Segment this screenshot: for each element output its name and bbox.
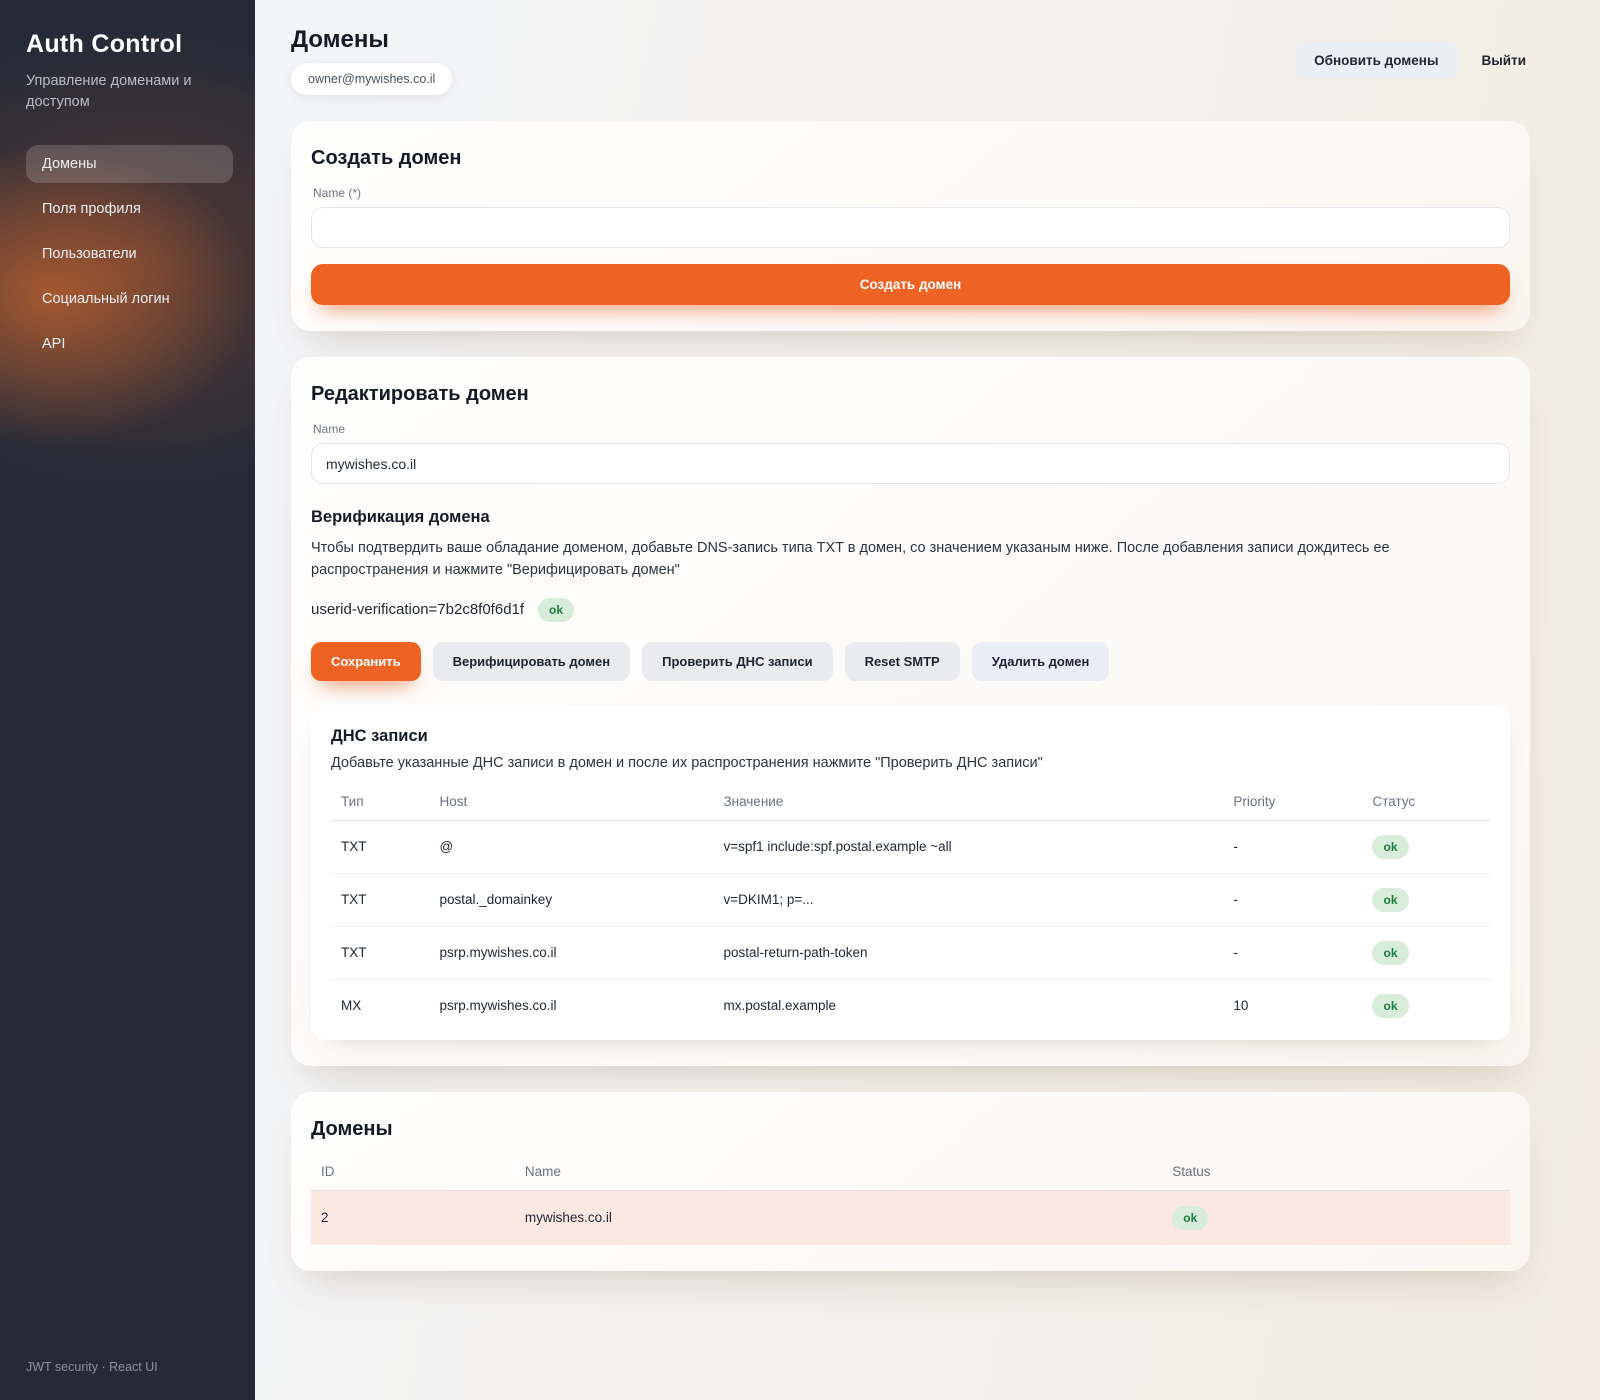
app-root: Auth Control Управление доменами и досту… <box>0 0 1600 1400</box>
status-badge: ok <box>1172 1206 1208 1230</box>
status-badge: ok <box>1372 835 1408 859</box>
domains-col-status: Status <box>1162 1153 1510 1191</box>
verification-description: Чтобы подтвердить ваше обладание доменом… <box>311 537 1501 582</box>
create-domain-button[interactable]: Создать домен <box>311 264 1510 305</box>
domains-list-title: Домены <box>311 1118 1510 1141</box>
table-row: TXT @ v=spf1 include:spf.postal.example … <box>331 820 1490 873</box>
dns-cell-type: TXT <box>331 926 430 979</box>
dns-cell-priority: - <box>1223 926 1362 979</box>
dns-table-header-row: Тип Host Значение Priority Статус <box>331 783 1490 821</box>
reset-smtp-button[interactable]: Reset SMTP <box>845 642 960 681</box>
dns-records-card: ДНС записи Добавьте указанные ДНС записи… <box>311 705 1510 1040</box>
dns-col-host: Host <box>430 783 714 821</box>
edit-domain-title: Редактировать домен <box>311 383 1510 406</box>
dns-cell-type: TXT <box>331 820 430 873</box>
dns-cell-priority: - <box>1223 873 1362 926</box>
domain-cell-id: 2 <box>311 1190 515 1245</box>
dns-cell-value: v=spf1 include:spf.postal.example ~all <box>713 820 1223 873</box>
create-name-input[interactable] <box>311 207 1510 248</box>
dns-cell-type: MX <box>331 979 430 1032</box>
dns-cell-value: v=DKIM1; p=... <box>713 873 1223 926</box>
sidebar-nav: Домены Поля профиля Пользователи Социаль… <box>26 145 233 363</box>
page-header: Домены owner@mywishes.co.il Обновить дом… <box>291 26 1530 95</box>
dns-cell-priority: - <box>1223 820 1362 873</box>
domain-row-selected[interactable]: 2 mywishes.co.il ok <box>311 1190 1510 1245</box>
status-badge: ok <box>1372 941 1408 965</box>
edit-name-input[interactable] <box>311 443 1510 484</box>
dns-cell-status: ok <box>1362 979 1490 1032</box>
domains-col-name: Name <box>515 1153 1162 1191</box>
dns-cell-value: postal-return-path-token <box>713 926 1223 979</box>
sidebar-item-users[interactable]: Пользователи <box>26 235 233 273</box>
dns-cell-host: psrp.mywishes.co.il <box>430 926 714 979</box>
status-badge: ok <box>1372 994 1408 1018</box>
save-button[interactable]: Сохранить <box>311 642 421 681</box>
domain-actions-row: Сохранить Верифицировать домен Проверить… <box>311 642 1510 681</box>
check-dns-button[interactable]: Проверить ДНС записи <box>642 642 832 681</box>
dns-col-status: Статус <box>1362 783 1490 821</box>
create-domain-card: Создать домен Name (*) Создать домен <box>291 121 1530 331</box>
dns-cell-type: TXT <box>331 873 430 926</box>
domains-list-card: Домены ID Name Status 2 mywishes.co.il o… <box>291 1092 1530 1271</box>
sidebar-footer-note: JWT security · React UI <box>26 1360 233 1374</box>
sidebar-item-social-login[interactable]: Социальный логин <box>26 280 233 318</box>
dns-cell-status: ok <box>1362 873 1490 926</box>
sidebar-item-api[interactable]: API <box>26 325 233 363</box>
sidebar-item-profile-fields[interactable]: Поля профиля <box>26 190 233 228</box>
dns-cell-status: ok <box>1362 820 1490 873</box>
delete-domain-button[interactable]: Удалить домен <box>972 642 1110 681</box>
dns-col-value: Значение <box>713 783 1223 821</box>
dns-cell-host: postal._domainkey <box>430 873 714 926</box>
verification-title: Верификация домена <box>311 508 1510 527</box>
table-row: MX psrp.mywishes.co.il mx.postal.example… <box>331 979 1490 1032</box>
domains-table-header-row: ID Name Status <box>311 1153 1510 1191</box>
domain-cell-status: ok <box>1162 1190 1510 1245</box>
create-name-label: Name (*) <box>313 186 1508 200</box>
dns-records-table: Тип Host Значение Priority Статус TXT @ … <box>331 783 1490 1032</box>
dns-cell-host: @ <box>430 820 714 873</box>
dns-cell-priority: 10 <box>1223 979 1362 1032</box>
edit-name-label: Name <box>313 422 1508 436</box>
dns-cell-status: ok <box>1362 926 1490 979</box>
dns-records-description: Добавьте указанные ДНС записи в домен и … <box>331 755 1490 771</box>
create-domain-title: Создать домен <box>311 147 1510 170</box>
header-actions: Обновить домены Выйти <box>1295 42 1530 79</box>
verify-domain-button[interactable]: Верифицировать домен <box>433 642 631 681</box>
page-title: Домены <box>291 26 452 54</box>
verification-status-badge: ok <box>538 598 574 622</box>
dns-col-type: Тип <box>331 783 430 821</box>
domains-col-id: ID <box>311 1153 515 1191</box>
dns-cell-host: psrp.mywishes.co.il <box>430 979 714 1032</box>
domain-cell-name: mywishes.co.il <box>515 1190 1162 1245</box>
page-header-left: Домены owner@mywishes.co.il <box>291 26 452 95</box>
domains-table: ID Name Status 2 mywishes.co.il ok <box>311 1153 1510 1245</box>
user-email-badge: owner@mywishes.co.il <box>291 63 452 95</box>
status-badge: ok <box>1372 888 1408 912</box>
app-subtitle: Управление доменами и доступом <box>26 71 211 113</box>
refresh-domains-button[interactable]: Обновить домены <box>1295 42 1457 79</box>
table-row: TXT psrp.mywishes.co.il postal-return-pa… <box>331 926 1490 979</box>
dns-col-priority: Priority <box>1223 783 1362 821</box>
verification-token: userid-verification=7b2c8f0f6d1f <box>311 601 524 618</box>
dns-cell-value: mx.postal.example <box>713 979 1223 1032</box>
dns-records-title: ДНС записи <box>331 727 1490 746</box>
verification-token-row: userid-verification=7b2c8f0f6d1f ok <box>311 598 1510 622</box>
sidebar: Auth Control Управление доменами и досту… <box>0 0 255 1400</box>
logout-button[interactable]: Выйти <box>1478 42 1531 79</box>
main-content: Домены owner@mywishes.co.il Обновить дом… <box>255 0 1600 1400</box>
sidebar-item-domains[interactable]: Домены <box>26 145 233 183</box>
app-title: Auth Control <box>26 30 233 59</box>
edit-domain-card: Редактировать домен Name Верификация дом… <box>291 357 1530 1066</box>
table-row: TXT postal._domainkey v=DKIM1; p=... - o… <box>331 873 1490 926</box>
